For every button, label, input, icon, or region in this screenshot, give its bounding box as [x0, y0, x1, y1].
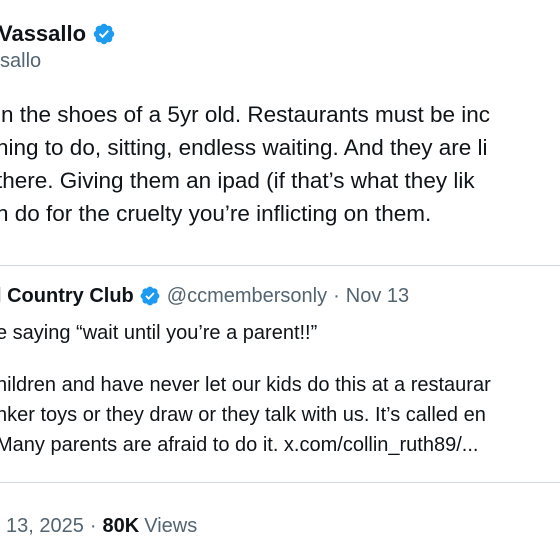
quoted-tweet-text: e saying “wait until you’re a parent!!” … [0, 318, 491, 460]
quoted-author-name[interactable]: l Country Club [0, 285, 134, 308]
tweet-meta: 13, 2025 · 80K Views [0, 512, 197, 540]
author-handle[interactable]: sallo [0, 50, 41, 73]
views-label: Views [144, 514, 198, 537]
verified-badge-icon [93, 23, 115, 45]
verified-badge-icon [140, 286, 160, 306]
quoted-text-line: e saying “wait until you’re a parent!!” [0, 322, 318, 344]
tweet-text: in the shoes of a 5yr old. Restaurants m… [0, 98, 560, 230]
quoted-text-line: hildren and have never let our kids do t… [0, 374, 491, 396]
author-header[interactable]: Vassallo [0, 18, 116, 50]
tweet-detail-view: Vassallo sallo in the shoes of a 5yr old… [0, 0, 560, 560]
quoted-text-line-with-link[interactable]: Many parents are afraid to do it. x.com/… [0, 430, 491, 460]
quoted-tweet-date[interactable]: Nov 13 [346, 285, 409, 308]
quoted-text-line: nker toys or they draw or they talk with… [0, 404, 486, 426]
author-name[interactable]: Vassallo [0, 21, 86, 47]
tweet-timestamp[interactable]: 13, 2025 [6, 515, 84, 538]
views-count: 80K [102, 514, 140, 537]
separator-dot: · [89, 514, 97, 537]
tweet-text-line: ning to do, sitting, endless waiting. An… [0, 135, 488, 160]
tweet-text-line: n do for the cruelty you’re inflicting o… [0, 201, 432, 226]
tweet-text-line: in the shoes of a 5yr old. Restaurants m… [0, 102, 491, 127]
quoted-author-handle[interactable]: @ccmembersonly [167, 285, 327, 308]
quoted-tweet-header[interactable]: l Country Club @ccmembersonly · Nov 13 [0, 282, 409, 310]
separator-dot: · [333, 284, 340, 307]
tweet-text-line: there. Giving them an ipad (if that’s wh… [0, 168, 475, 193]
